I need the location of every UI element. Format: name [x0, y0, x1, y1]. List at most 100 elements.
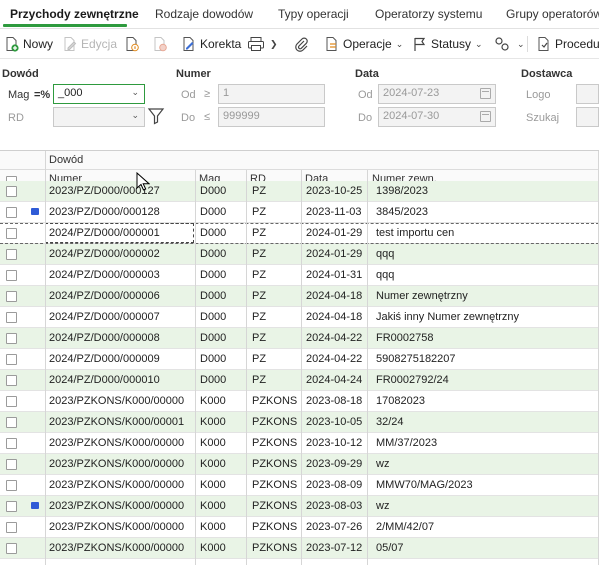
table-row[interactable]: 2023/PZKONS/K000/00000 K000 PZKONS 2023-08-…	[0, 496, 599, 517]
cell-mag: K000	[200, 479, 226, 491]
print-button[interactable]: ❯	[247, 33, 278, 55]
cell-rd: PZ	[252, 311, 267, 323]
row-checkbox[interactable]	[6, 543, 17, 554]
cell-mag: D000	[200, 374, 227, 386]
filter-icon[interactable]	[147, 106, 165, 126]
document-info-button[interactable]	[124, 33, 143, 55]
cell-mag: D000	[200, 185, 227, 197]
row-checkbox[interactable]	[6, 459, 17, 470]
cell-rd: PZKONS	[252, 542, 298, 554]
table-row[interactable]: 2023/PZKONS/K000/00001 K000 PZKONS 2023-10-…	[0, 412, 599, 433]
tab-grupy-operatorow[interactable]: Grupy operatorów	[506, 7, 599, 21]
chevron-down-icon: ⌄	[475, 38, 483, 49]
row-checkbox[interactable]	[6, 480, 17, 491]
dostawca-heading: Dostawca	[521, 68, 573, 80]
cell-data: 2024-01-29	[306, 248, 363, 260]
cell-mag: D000	[200, 290, 227, 302]
row-checkbox[interactable]	[6, 270, 17, 281]
correction-icon	[181, 36, 197, 52]
table-row[interactable]: 2024/PZ/D000/000010 D000 PZ 2024-04-24 FR000…	[0, 370, 599, 391]
edit-button[interactable]: Edycja	[62, 33, 117, 55]
procedury-button[interactable]: Procedur	[536, 33, 599, 55]
szukaj-input[interactable]	[576, 107, 599, 127]
row-checkbox[interactable]	[6, 333, 17, 344]
statusy-menu-button[interactable]: Statusy ⌄	[412, 33, 483, 55]
row-checkbox[interactable]	[6, 438, 17, 449]
cell-rd: PZ	[252, 248, 267, 260]
korekta-button[interactable]: Korekta	[181, 33, 241, 55]
cell-data: 2023-11-03	[306, 206, 362, 218]
table-row[interactable]: 2023/PZKONS/K000/00000 K000 PZKONS 2023-10-…	[0, 433, 599, 454]
document-remove-button[interactable]	[152, 33, 171, 55]
data-od-value: 2024-07-23	[383, 87, 440, 99]
cell-numer: 2023/PZKONS/K000/00000	[49, 500, 185, 512]
chevron-down-icon: ⌄	[395, 38, 404, 49]
calendar-icon[interactable]	[480, 88, 491, 99]
table-row[interactable]: 2023/PZKONS/K000/00000 K000 PZKONS 2023-07-…	[0, 538, 599, 559]
tab-typy-operacji[interactable]: Typy operacji	[278, 7, 349, 21]
row-checkbox[interactable]	[6, 186, 17, 197]
data-od-label: Od	[358, 89, 373, 101]
cell-numer: 2024/PZ/D000/000008	[49, 332, 160, 344]
procedury-label: Procedur	[555, 37, 599, 51]
cell-numer: 2024/PZ/D000/000007	[49, 311, 160, 323]
tab-operatorzy-systemu[interactable]: Operatorzy systemu	[375, 7, 482, 21]
table-row[interactable]: 2023/PZ/D000/000127 D000 PZ 2023-10-25 1398/…	[0, 181, 599, 202]
numer-do-input[interactable]: 999999	[218, 107, 325, 127]
cell-numer: 2023/PZKONS/K000/00000	[49, 395, 185, 407]
options-menu-button[interactable]: ⌄	[494, 33, 525, 55]
cell-rd: PZKONS	[252, 521, 298, 533]
row-checkbox[interactable]	[6, 291, 17, 302]
cell-data: 2023-07-26	[306, 521, 363, 533]
tab-przychody-zewnetrzne[interactable]: Przychody zewnętrzne	[10, 7, 139, 21]
row-checkbox[interactable]	[6, 207, 17, 218]
table-row[interactable]: 2024/PZ/D000/000009 D000 PZ 2024-04-22 59082…	[0, 349, 599, 370]
operacje-menu-button[interactable]: Operacje ⌄	[324, 33, 403, 55]
table-row[interactable]: 2023/PZ/D000/000128 D000 PZ 2023-11-03 3845/…	[0, 202, 599, 223]
row-checkbox[interactable]	[6, 396, 17, 407]
cell-numer-zewn: Jakiś inny Numer zewnętrzny	[376, 311, 520, 323]
row-checkbox[interactable]	[6, 249, 17, 260]
cell-numer-zewn: 1398/2023	[376, 185, 428, 197]
gears-icon	[494, 36, 510, 52]
cell-data: 2023-08-03	[306, 500, 363, 512]
table-row[interactable]: 2023/PZKONS/K000/00000 K000 PZKONS 2023-08-…	[0, 475, 599, 496]
row-checkbox[interactable]	[6, 354, 17, 365]
mag-label: Mag	[8, 89, 30, 101]
document-info-icon	[124, 36, 140, 52]
calendar-icon[interactable]	[480, 111, 491, 122]
row-checkbox[interactable]	[6, 312, 17, 323]
new-button[interactable]: Nowy	[4, 33, 53, 55]
table-row[interactable]: 2024/PZ/D000/000002 D000 PZ 2024-01-29 qqq	[0, 244, 599, 265]
table-row[interactable]: 2024/PZ/D000/000003 D000 PZ 2024-01-31 qqq	[0, 265, 599, 286]
row-checkbox[interactable]	[6, 501, 17, 512]
tab-rodzaje-dowodow[interactable]: Rodzaje dowodów	[155, 7, 253, 21]
cell-rd: PZKONS	[252, 395, 298, 407]
table-row[interactable]: 2024/PZ/D000/000001 D000 PZ 2024-01-29 test …	[0, 223, 599, 244]
data-od-input[interactable]: 2024-07-23	[378, 84, 496, 104]
rd-select[interactable]: ⌄	[53, 107, 145, 127]
table-row[interactable]: 2024/PZ/D000/000007 D000 PZ 2024-04-18 Jakiś…	[0, 307, 599, 328]
cell-numer-zewn: wz	[376, 500, 390, 512]
cell-numer: 2023/PZKONS/K000/00000	[49, 437, 185, 449]
mag-select[interactable]: _000 ⌄	[53, 84, 145, 104]
flag-icon	[412, 36, 428, 52]
row-checkbox[interactable]	[6, 375, 17, 386]
table-row[interactable]: 2023/PZKONS/K000/00000 K000 PZKONS 2023-07-…	[0, 517, 599, 538]
table-row[interactable]: 2024/PZ/D000/000008 D000 PZ 2024-04-22 FR000…	[0, 328, 599, 349]
logo-input[interactable]	[576, 84, 599, 104]
cell-numer-zewn: 32/24	[376, 416, 404, 428]
cell-mag: D000	[200, 206, 227, 218]
row-checkbox[interactable]	[6, 417, 17, 428]
table-row[interactable]: 2023/PZKONS/K000/00000 K000 PZKONS 2023-08-…	[0, 391, 599, 412]
table-row[interactable]: 2023/PZKONS/K000/00000 K000 PZKONS 2023-09-…	[0, 454, 599, 475]
data-do-input[interactable]: 2024-07-30	[378, 107, 496, 127]
attachment-button[interactable]	[293, 33, 312, 55]
cell-numer: 2023/PZKONS/K000/00000	[49, 542, 185, 554]
numer-od-input[interactable]: 1	[218, 84, 325, 104]
cell-numer: 2023/PZ/D000/000128	[49, 206, 160, 218]
row-checkbox[interactable]	[6, 522, 17, 533]
cell-mag: K000	[200, 437, 226, 449]
table-row[interactable]: 2024/PZ/D000/000006 D000 PZ 2024-04-18 Numer…	[0, 286, 599, 307]
mag-operator[interactable]: =%	[34, 89, 50, 101]
